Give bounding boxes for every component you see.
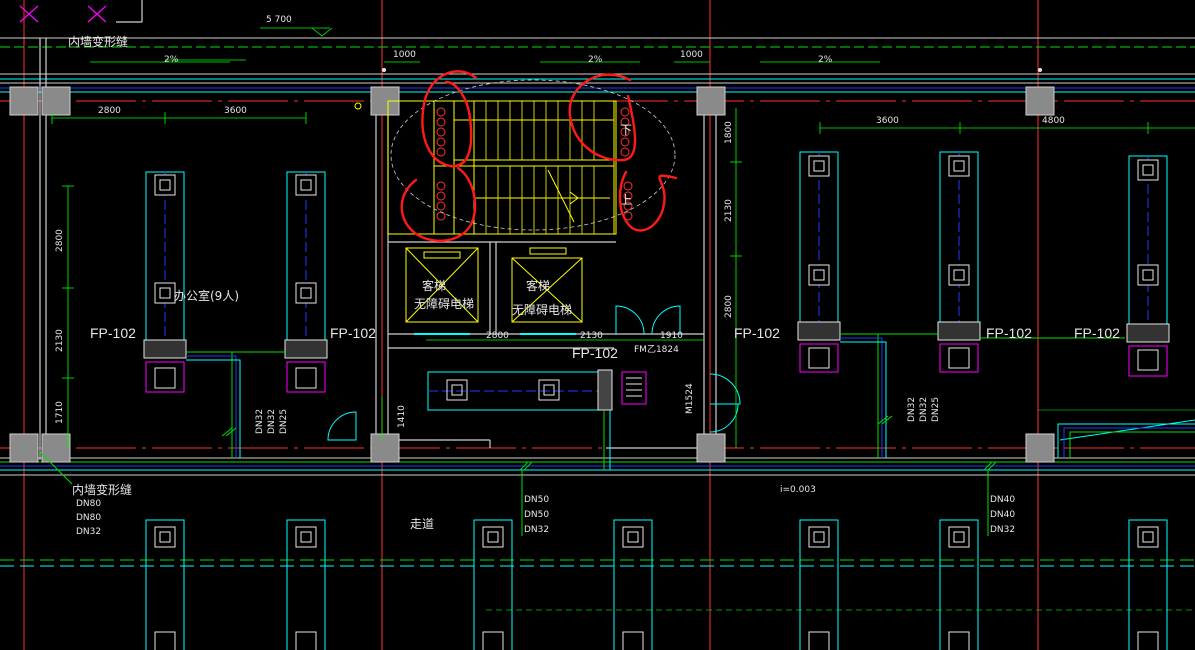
lift2-label-a: 客梯	[526, 278, 550, 293]
corridor-slope-label: i=0.003	[780, 485, 816, 495]
corridor-pipes	[0, 457, 1195, 611]
stair-sprinkler-rows	[436, 107, 633, 221]
lobby-duct	[427, 369, 647, 470]
pipe-label: DN25	[279, 409, 289, 434]
dim-room-w-2: 3600	[224, 106, 247, 116]
pipe-label: DN32	[76, 527, 101, 537]
column	[696, 86, 726, 116]
stair-down-label: 下	[620, 123, 632, 137]
fan-coil-label: FP-102	[734, 325, 780, 341]
column	[370, 433, 400, 463]
dim-door-w: 1910	[660, 331, 683, 341]
pipe-label: DN80	[76, 499, 101, 509]
dim-stair-h-2: 2130	[724, 199, 734, 222]
wall-joint-label-bottom: 内墙变形缝	[72, 482, 132, 497]
dim-top-right-1: 1000	[680, 50, 703, 60]
pipe-label: DN25	[931, 397, 941, 422]
lift1-label-b: 无障碍电梯	[414, 296, 474, 311]
columns	[9, 86, 1055, 463]
column	[1025, 86, 1055, 116]
column	[41, 86, 71, 116]
pipe-label: DN32	[267, 409, 277, 434]
dim-left-h-2: 2130	[55, 329, 65, 352]
top-wall-band	[0, 37, 1195, 93]
dim-room-w-1: 2800	[98, 106, 121, 116]
lift2-label-b: 无障碍电梯	[512, 302, 572, 317]
column	[1025, 433, 1055, 463]
slope-label-3: 2%	[818, 55, 833, 65]
dim-room-w-4: 4800	[1042, 116, 1065, 126]
pipe-label: DN50	[524, 510, 549, 520]
fan-coil-units	[143, 151, 1170, 393]
pipe-label: DN50	[524, 495, 549, 505]
slope-label-2: 2%	[588, 55, 603, 65]
fan-coil-label: FP-102	[330, 325, 376, 341]
dim-room-w-3: 3600	[876, 116, 899, 126]
dim-top-total: 5 700	[266, 15, 292, 25]
slope-marks	[90, 27, 880, 63]
cad-drawing-canvas: 下 上 客梯 无障碍电梯 客梯 无障碍电梯 FM乙1824 M1524 5 70…	[0, 0, 1195, 650]
slope-label-1: 2%	[164, 55, 179, 65]
pipe-label: DN40	[990, 495, 1015, 505]
column	[9, 86, 39, 116]
pipe-label: DN32	[919, 397, 929, 422]
door-tag-m1524: M1524	[685, 383, 695, 414]
fan-coil-label: FP-102	[986, 325, 1032, 341]
stair-up-label: 上	[620, 193, 632, 207]
dim-small-h: 1410	[397, 405, 407, 428]
office-label: 办公室(9人)	[174, 288, 239, 303]
pipe-label: DN40	[990, 510, 1015, 520]
pipe-label: DN80	[76, 513, 101, 523]
fan-coil-label: FP-102	[90, 325, 136, 341]
lift1-label-a: 客梯	[422, 278, 446, 293]
pipe-label: DN32	[990, 525, 1015, 535]
doors	[327, 305, 741, 441]
corridor-label: 走道	[410, 517, 434, 531]
pipe-label: DN32	[907, 397, 917, 422]
dim-stair-h-3: 2800	[724, 295, 734, 318]
fan-coil-label: FP-102	[572, 345, 618, 361]
dim-stair-h-1: 1800	[724, 121, 734, 144]
corridor-fan-coils	[145, 519, 1168, 650]
column	[9, 433, 39, 463]
fire-door-tag: FM乙1824	[634, 344, 679, 355]
pipe-label: DN32	[255, 409, 265, 434]
dim-lift-w-2: 2130	[580, 331, 603, 341]
fan-coil-label: FP-102	[1074, 325, 1120, 341]
column	[696, 433, 726, 463]
pipe-label: DN32	[524, 525, 549, 535]
dim-left-h-3: 1710	[55, 401, 65, 424]
dim-top-left-1: 1000	[393, 50, 416, 60]
dim-left-h-1: 2800	[55, 229, 65, 252]
dim-lift-w-1: 2800	[486, 331, 509, 341]
wall-joint-label-top: 内墙变形缝	[68, 34, 128, 49]
top-left-symbols	[19, 0, 143, 23]
